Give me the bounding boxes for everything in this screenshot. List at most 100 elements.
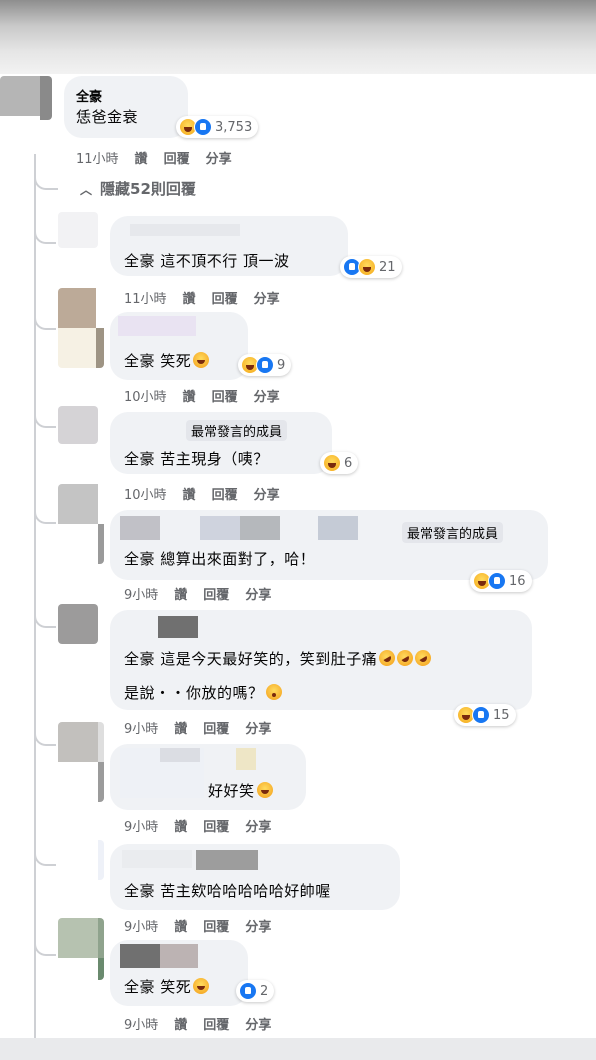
hushed-emoji-icon [265, 684, 282, 700]
avatar-pixel [98, 958, 104, 980]
comment-text: 全豪 笑死 [124, 976, 210, 997]
hide-replies-label: 隱藏52則回覆 [100, 180, 196, 198]
reply-button[interactable]: 回覆 [203, 588, 229, 603]
comment-text-line: 全豪 這是今天最好笑的，笑到肚子痛 [124, 650, 378, 668]
reaction-summary[interactable]: 21 [340, 256, 402, 278]
like-button[interactable]: 讚 [174, 588, 187, 603]
blurred-header [0, 0, 596, 74]
like-button[interactable]: 讚 [183, 488, 196, 503]
thread-branch [34, 170, 58, 190]
like-icon [194, 118, 212, 136]
share-button[interactable]: 分享 [245, 1018, 271, 1033]
like-button[interactable]: 讚 [174, 1018, 187, 1033]
like-button[interactable]: 讚 [174, 820, 187, 835]
reaction-summary[interactable]: 6 [320, 452, 359, 474]
like-icon [488, 572, 506, 590]
rofl-emoji-icon [412, 647, 435, 669]
avatar-pixel [58, 288, 96, 328]
avatar[interactable] [58, 212, 98, 248]
reply-button[interactable]: 回覆 [212, 488, 238, 503]
reaction-summary[interactable]: 15 [454, 704, 516, 726]
comment-actions: 9小時 讚 回覆 分享 [124, 816, 287, 835]
comment-text: 全豪 這不頂不行 頂一波 [124, 252, 290, 270]
redacted-name [200, 516, 240, 540]
comment-actions: 10小時 讚 回覆 分享 [124, 386, 296, 405]
redacted-name [236, 748, 256, 770]
share-button[interactable]: 分享 [245, 920, 271, 935]
comment-time[interactable]: 11小時 [76, 152, 119, 167]
comment-text: 全豪 苦主現身（咦？ [124, 450, 269, 468]
reaction-summary[interactable]: 9 [238, 354, 292, 376]
avatar[interactable] [58, 918, 104, 980]
like-icon [472, 706, 490, 724]
thread-branch [34, 608, 56, 628]
hide-replies-button[interactable]: ︿ 隱藏52則回覆 [80, 178, 196, 199]
rofl-emoji-icon [394, 647, 417, 669]
reply-button[interactable]: 回覆 [212, 292, 238, 307]
comment-actions: 9小時 讚 回覆 分享 [124, 584, 287, 603]
avatar-pixel [58, 484, 98, 524]
comment-text: 全豪 苦主欸哈哈哈哈哈好帥喔 [124, 882, 331, 900]
avatar[interactable] [58, 288, 104, 368]
comment-text-content: 全豪 笑死 [124, 352, 192, 370]
avatar[interactable] [58, 722, 104, 802]
comment-time[interactable]: 9小時 [124, 920, 158, 935]
reaction-count: 15 [493, 707, 510, 723]
share-button[interactable]: 分享 [254, 488, 280, 503]
reaction-count: 9 [277, 357, 286, 373]
reply-button[interactable]: 回覆 [203, 722, 229, 737]
reply-button[interactable]: 回覆 [203, 1018, 229, 1033]
reaction-summary[interactable]: 2 [236, 980, 275, 1002]
share-button[interactable]: 分享 [254, 390, 280, 405]
reply-button[interactable]: 回覆 [203, 820, 229, 835]
avatar-pixel [58, 328, 96, 368]
redacted-name [160, 748, 200, 762]
reply-button[interactable]: 回覆 [212, 390, 238, 405]
avatar[interactable] [58, 406, 98, 444]
comment-text: 全豪 這是今天最好笑的，笑到肚子痛 [124, 647, 435, 669]
like-button[interactable]: 讚 [183, 292, 196, 307]
like-button[interactable]: 讚 [135, 152, 148, 167]
reply-button[interactable]: 回覆 [203, 920, 229, 935]
haha-icon [358, 258, 376, 276]
comment-time[interactable]: 9小時 [124, 1018, 158, 1033]
comment-actions: 9小時 讚 回覆 分享 [124, 1014, 287, 1033]
comment-actions: 11小時 讚 回覆 分享 [76, 148, 248, 167]
share-button[interactable]: 分享 [245, 722, 271, 737]
redacted-name [318, 516, 358, 540]
redacted-name [130, 224, 240, 236]
thread-branch [34, 846, 56, 866]
like-button[interactable]: 讚 [174, 722, 187, 737]
share-button[interactable]: 分享 [206, 152, 232, 167]
thread-branch [34, 726, 56, 746]
avatar-pixel [0, 76, 40, 116]
comment-time[interactable]: 9小時 [124, 588, 158, 603]
avatar-pixel [98, 524, 104, 564]
like-button[interactable]: 讚 [174, 920, 187, 935]
like-button[interactable]: 讚 [183, 390, 196, 405]
avatar-pixel [98, 918, 104, 958]
reaction-summary[interactable]: 3,753 [176, 116, 259, 138]
reaction-count: 3,753 [215, 119, 253, 135]
avatar[interactable] [58, 604, 98, 644]
comment-time[interactable]: 11小時 [124, 292, 167, 307]
avatar[interactable] [58, 840, 104, 880]
share-button[interactable]: 分享 [245, 820, 271, 835]
redacted-name [240, 516, 280, 540]
comment-author[interactable]: 全豪 [76, 86, 102, 105]
comment-text: 全豪 笑死 [124, 350, 210, 371]
reply-button[interactable]: 回覆 [164, 152, 190, 167]
comment-time[interactable]: 9小時 [124, 820, 158, 835]
top-contributor-badge: 最常發言的成員 [186, 420, 288, 441]
avatar[interactable] [0, 76, 52, 120]
comment-time[interactable]: 9小時 [124, 722, 158, 737]
avatar-pixel [58, 604, 98, 644]
comment-time[interactable]: 10小時 [124, 390, 167, 405]
reaction-summary[interactable]: 16 [470, 570, 532, 592]
thread-branch [34, 936, 56, 956]
comment-time[interactable]: 10小時 [124, 488, 167, 503]
share-button[interactable]: 分享 [245, 588, 271, 603]
share-button[interactable]: 分享 [254, 292, 280, 307]
reaction-count: 6 [344, 455, 353, 471]
avatar[interactable] [58, 484, 104, 564]
